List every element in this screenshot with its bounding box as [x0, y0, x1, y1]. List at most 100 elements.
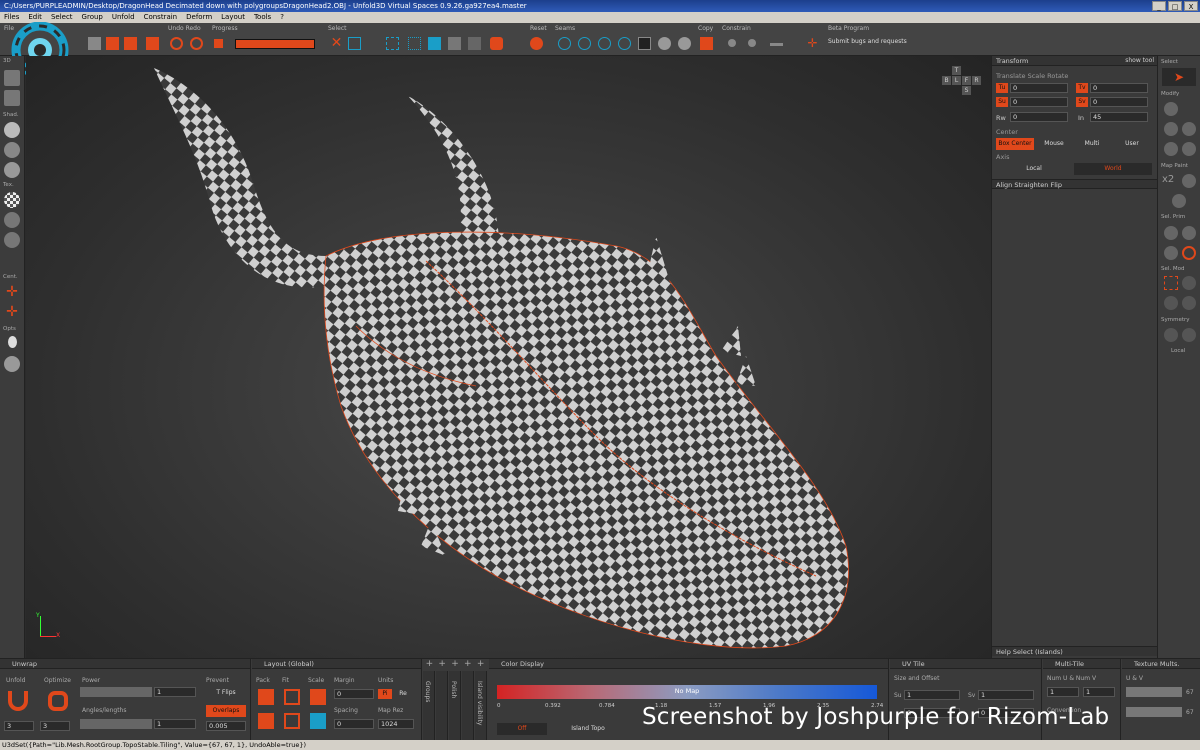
num-v-field[interactable]: 1	[1083, 687, 1115, 697]
groups-tab[interactable]: Groups	[423, 671, 435, 741]
optimize-iterations-field[interactable]: 3	[40, 721, 70, 731]
menu-help[interactable]: ?	[280, 12, 284, 23]
select-vertices-icon[interactable]	[408, 37, 421, 50]
scale-all-icon[interactable]	[310, 713, 326, 729]
in-field[interactable]: 45	[1090, 112, 1148, 122]
view-cube-bottom[interactable]: S	[962, 86, 971, 95]
view-cube-right[interactable]: R	[972, 76, 981, 85]
add-tab-icon[interactable]: +	[426, 659, 434, 670]
sel-mod-poly-icon[interactable]	[1164, 296, 1178, 310]
sel-prim-vertex-icon[interactable]	[1164, 246, 1178, 260]
redo-icon[interactable]	[190, 37, 203, 50]
seams-sphere-icon[interactable]	[658, 37, 671, 50]
tu-label[interactable]: Tu	[996, 83, 1008, 93]
align-header[interactable]: Align Straighten Flip	[992, 179, 1158, 189]
texture-alt-icon[interactable]	[4, 212, 20, 228]
sel-mod-lasso-icon[interactable]	[1182, 276, 1196, 290]
seams-ring-icon[interactable]	[678, 37, 691, 50]
x2-toggle[interactable]: x2	[1162, 174, 1174, 185]
su-label[interactable]: Su	[996, 97, 1008, 107]
units-pixel-button[interactable]: Pi	[378, 689, 392, 699]
maximize-button[interactable]: □	[1168, 1, 1182, 11]
tv-label[interactable]: Tv	[1076, 83, 1088, 93]
modify-ring-icon[interactable]	[1164, 142, 1178, 156]
seams-weld-icon[interactable]	[578, 37, 591, 50]
fit-all-icon[interactable]	[284, 713, 300, 729]
dragon-head-mesh[interactable]	[26, 56, 991, 658]
margin-field[interactable]: 0	[334, 689, 374, 699]
angles-slider[interactable]	[80, 719, 152, 729]
symmetry-y-icon[interactable]	[1182, 328, 1196, 342]
optimize-icon[interactable]	[48, 691, 68, 711]
view-cube-front[interactable]: F	[962, 76, 971, 85]
color-off-button[interactable]: Off	[497, 723, 547, 735]
view-cube-top[interactable]: T	[952, 66, 961, 75]
export-file-icon[interactable]	[124, 37, 137, 50]
view-cube-back[interactable]: B	[942, 76, 951, 85]
texture-grid-icon[interactable]	[4, 232, 20, 248]
reset-icon[interactable]	[530, 37, 543, 50]
layout-header[interactable]: Layout (Global)	[252, 659, 421, 669]
texture-mults-header[interactable]: Texture Mults.	[1122, 659, 1200, 669]
view-cube-left[interactable]: L	[952, 76, 961, 85]
sv-field[interactable]: 0	[1090, 97, 1148, 107]
polish-tab[interactable]: Polish	[449, 671, 461, 741]
view-split-icon[interactable]	[4, 70, 20, 86]
menu-constrain[interactable]: Constrain	[144, 12, 178, 23]
unwrap-header[interactable]: Unwrap	[0, 659, 250, 669]
menu-deform[interactable]: Deform	[186, 12, 212, 23]
prevent-threshold-field[interactable]: 0.005	[206, 721, 246, 731]
hierarchy-icon[interactable]	[490, 37, 503, 50]
modify-move-icon[interactable]	[1164, 102, 1178, 116]
shading-solid-icon[interactable]	[4, 122, 20, 138]
center-user-button[interactable]: User	[1112, 138, 1152, 150]
unfold-magnet-icon[interactable]	[8, 691, 28, 711]
seams-auto-icon[interactable]	[598, 37, 611, 50]
color-display-header[interactable]: Color Display	[489, 659, 888, 669]
menu-layout[interactable]: Layout	[221, 12, 245, 23]
island-visibility-tab[interactable]: Island visibility	[475, 671, 487, 741]
add-tab-icon[interactable]: +	[438, 659, 446, 670]
texture-u-slider[interactable]	[1126, 687, 1182, 697]
modify-box-icon[interactable]	[1182, 142, 1196, 156]
sel-prim-target-icon[interactable]	[1182, 246, 1196, 260]
beta-crosshair-icon[interactable]: ✛	[806, 37, 819, 50]
open-file-icon[interactable]	[88, 37, 101, 50]
texture-v-slider[interactable]	[1126, 707, 1182, 717]
center-selection-icon[interactable]: ✛	[4, 304, 20, 320]
align-constraint-icon[interactable]	[770, 43, 783, 46]
mapres-field[interactable]: 1024	[378, 719, 414, 729]
power-slider[interactable]	[80, 687, 152, 697]
seams-clear-icon[interactable]	[638, 37, 651, 50]
fit-icon[interactable]	[284, 689, 300, 705]
pin-icon[interactable]	[728, 39, 736, 47]
center-mouse-button[interactable]: Mouse	[1036, 138, 1072, 150]
axis-local-button[interactable]: Local	[996, 163, 1072, 175]
viewport-3d[interactable]: T B L F R S Y X	[26, 56, 991, 658]
pack-icon[interactable]	[258, 689, 274, 705]
sv-label[interactable]: Sv	[1076, 97, 1088, 107]
angles-field[interactable]: 1	[154, 719, 196, 729]
transform-header[interactable]: Transform show tool	[992, 56, 1158, 66]
select-polygons-icon[interactable]	[428, 37, 441, 50]
show-tool-link[interactable]: show tool	[1125, 57, 1154, 64]
add-tab-icon[interactable]: +	[477, 659, 485, 670]
add-tab-icon[interactable]: +	[464, 659, 472, 670]
modify-sphere-icon[interactable]	[1164, 122, 1178, 136]
island-topo-button[interactable]: Island Topo	[563, 723, 613, 735]
pin-remove-icon[interactable]	[748, 39, 756, 47]
view-cube[interactable]: T B L F R S	[940, 66, 981, 98]
select-groups-icon[interactable]	[468, 37, 481, 50]
sel-prim-line-icon[interactable]	[1182, 226, 1196, 240]
select-box-icon[interactable]	[348, 37, 361, 50]
stop-icon[interactable]	[214, 39, 223, 48]
uv-tile-header[interactable]: UV Tile	[890, 659, 1041, 669]
modify-grid-icon[interactable]	[1182, 122, 1196, 136]
checker-texture-icon[interactable]	[4, 192, 20, 208]
copy-icon[interactable]	[700, 37, 713, 50]
overlaps-button[interactable]: Overlaps	[206, 705, 246, 717]
power-field[interactable]: 1	[154, 687, 196, 697]
deselect-icon[interactable]: ✕	[330, 36, 343, 50]
menu-unfold[interactable]: Unfold	[112, 12, 135, 23]
multi-tile-header[interactable]: Multi-Tile	[1043, 659, 1120, 669]
